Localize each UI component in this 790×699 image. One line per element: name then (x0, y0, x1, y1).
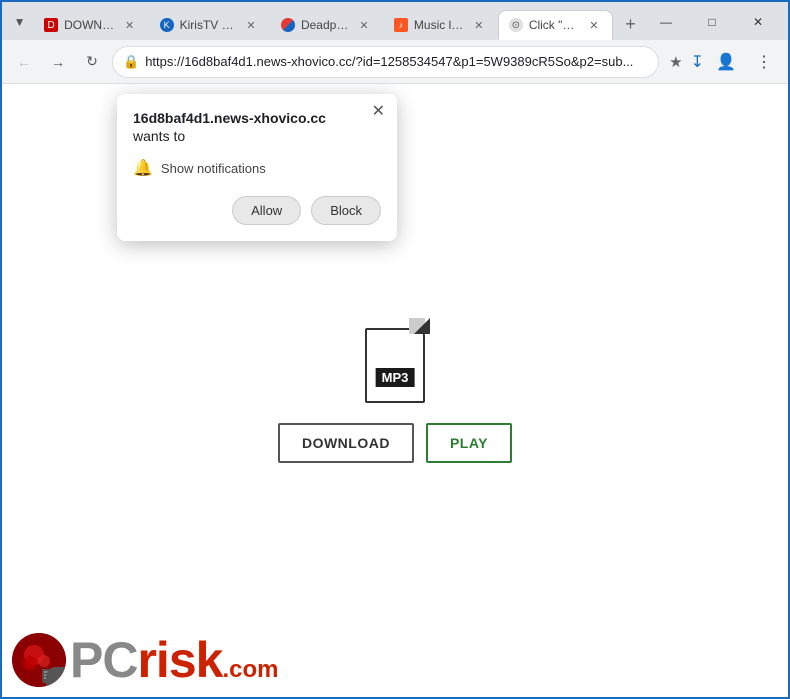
allow-button[interactable]: Allow (232, 196, 301, 225)
tab-3-favicon (281, 18, 295, 32)
download-icon[interactable]: ↧ (691, 52, 704, 72)
tab-1[interactable]: D DOWNL... ✕ (33, 10, 149, 40)
bookmark-icon[interactable]: ★ (669, 53, 682, 71)
reload-button[interactable]: ↻ (78, 48, 106, 76)
popup-permission: 🔔 Show notifications (133, 158, 381, 178)
pcrisk-badge-icon (12, 633, 66, 687)
window-controls: — □ ✕ (644, 8, 784, 40)
browser-frame: ▼ D DOWNL... ✕ K KirisTV D... ✕ Deadpo..… (2, 2, 788, 697)
tab-2[interactable]: K KirisTV D... ✕ (149, 10, 270, 40)
tab-5-favicon: ⊙ (509, 18, 523, 32)
tab-2-favicon: K (160, 18, 174, 32)
address-input-wrap[interactable]: 🔒 https://16d8baf4d1.news-xhovico.cc/?id… (112, 46, 659, 78)
tab-4-close[interactable]: ✕ (471, 17, 487, 33)
tab-1-close[interactable]: ✕ (122, 17, 138, 33)
action-buttons: DOWNLOAD PLAY (278, 423, 512, 463)
pcrisk-dotcom-text: .com (222, 656, 278, 684)
page-content: ✕ 16d8baf4d1.news-xhovico.cc wants to 🔔 … (2, 84, 788, 697)
download-button[interactable]: DOWNLOAD (278, 423, 414, 463)
maximize-button[interactable]: □ (690, 8, 734, 36)
tab-5-title: Click "Al... (529, 18, 580, 32)
mp3-icon-background (365, 328, 425, 403)
tab-2-close[interactable]: ✕ (243, 17, 259, 33)
popup-close-button[interactable]: ✕ (372, 104, 385, 120)
tab-bar: ▼ D DOWNL... ✕ K KirisTV D... ✕ Deadpo..… (2, 2, 788, 40)
tab-4-favicon: ♪ (394, 18, 408, 32)
play-button[interactable]: PLAY (426, 423, 512, 463)
tab-3-title: Deadpo... (301, 18, 350, 32)
tab-1-title: DOWNL... (64, 18, 116, 32)
security-icon: 🔒 (123, 54, 139, 70)
popup-domain: 16d8baf4d1.news-xhovico.cc (133, 110, 381, 126)
tab-4[interactable]: ♪ Music la... ✕ (383, 10, 498, 40)
popup-permission-text: Show notifications (161, 161, 266, 176)
mp3-icon-corner (414, 318, 430, 334)
tab-3-close[interactable]: ✕ (356, 17, 372, 33)
popup-wants-text: wants to (133, 128, 381, 144)
block-button[interactable]: Block (311, 196, 381, 225)
tab-scroll-btn[interactable]: ▼ (6, 8, 33, 36)
minimize-button[interactable]: — (644, 8, 688, 36)
profile-icon[interactable]: 👤 (710, 46, 742, 78)
popup-buttons: Allow Block (133, 196, 381, 225)
pcrisk-risk-text: risk (137, 635, 222, 685)
pcrisk-logo: PC risk .com (12, 633, 278, 687)
pcrisk-pc-text: PC (70, 635, 137, 685)
pcrisk-text-group: PC risk .com (70, 635, 278, 685)
tab-5-close[interactable]: ✕ (586, 17, 602, 33)
back-button[interactable]: ← (10, 48, 38, 76)
tab-3[interactable]: Deadpo... ✕ (270, 10, 383, 40)
tab-5[interactable]: ⊙ Click "Al... ✕ (498, 10, 613, 40)
tab-1-favicon: D (44, 18, 58, 32)
mp3-label: MP3 (376, 368, 415, 387)
mp3-file-icon: MP3 (360, 318, 430, 403)
pcrisk-badge-svg (12, 633, 66, 687)
menu-icon[interactable]: ⋮ (748, 46, 780, 78)
tab-2-title: KirisTV D... (180, 18, 237, 32)
notification-popup: ✕ 16d8baf4d1.news-xhovico.cc wants to 🔔 … (117, 94, 397, 241)
forward-button[interactable]: → (44, 48, 72, 76)
new-tab-button[interactable]: + (617, 10, 644, 38)
close-button[interactable]: ✕ (736, 8, 780, 36)
address-bar: ← → ↻ 🔒 https://16d8baf4d1.news-xhovico.… (2, 40, 788, 84)
url-display: https://16d8baf4d1.news-xhovico.cc/?id=1… (145, 54, 648, 69)
tab-4-title: Music la... (414, 18, 465, 32)
bell-icon: 🔔 (133, 158, 153, 178)
